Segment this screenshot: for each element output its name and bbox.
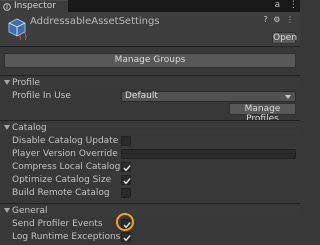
- chevron-down-icon: [285, 95, 291, 99]
- section-title: Profile: [12, 78, 40, 88]
- compress-local-catalog-checkbox[interactable]: [121, 162, 131, 172]
- send-profiler-events-label: Send Profiler Events: [12, 219, 103, 229]
- open-button[interactable]: Open: [272, 32, 297, 44]
- foldout-caret-icon: [4, 125, 10, 130]
- disable-catalog-update-label: Disable Catalog Update on St: [12, 136, 120, 146]
- tab-bar: Inspector a ⋮: [0, 0, 300, 12]
- checkmark-icon: [123, 178, 131, 185]
- tab-inspector[interactable]: Inspector: [0, 0, 68, 12]
- more-icon[interactable]: ⋮: [286, 15, 294, 24]
- checkmark-icon: [123, 165, 131, 172]
- profile-dropdown-value: Default: [125, 91, 158, 101]
- divider: [0, 120, 300, 121]
- section-title: General: [12, 206, 48, 216]
- section-title: Catalog: [12, 123, 47, 133]
- asset-title: AddressableAssetSettings: [30, 16, 160, 27]
- inspector-header: {} AddressableAssetSettings ? ⚙ ⋮ Open: [0, 12, 300, 47]
- addressable-settings-icon: {}: [7, 18, 28, 43]
- catalog-row: Optimize Catalog Size: [0, 175, 300, 186]
- log-runtime-exceptions-checkbox[interactable]: [121, 232, 131, 242]
- optimize-catalog-size-label: Optimize Catalog Size: [12, 175, 112, 185]
- catalog-row: Disable Catalog Update on St: [0, 136, 300, 147]
- more-menu-icon[interactable]: ⋮: [289, 0, 298, 11]
- checkmark-icon: [123, 235, 131, 242]
- general-row: Log Runtime Exceptions: [0, 232, 300, 243]
- inspector-window: Inspector a ⋮ {} AddressableAssetSetting…: [0, 0, 300, 245]
- tab-title: Inspector: [14, 1, 56, 11]
- section-catalog-header[interactable]: Catalog: [0, 123, 300, 134]
- catalog-row: Build Remote Catalog: [0, 188, 300, 199]
- lock-icon[interactable]: a: [275, 0, 281, 11]
- divider: [0, 203, 300, 204]
- divider: [0, 75, 300, 76]
- manage-groups-button[interactable]: Manage Groups: [4, 53, 296, 68]
- foldout-caret-icon: [4, 80, 10, 85]
- build-remote-catalog-checkbox[interactable]: [121, 188, 131, 198]
- section-general-header[interactable]: General: [0, 206, 300, 217]
- svg-text:{}: {}: [18, 32, 27, 40]
- player-version-override-field[interactable]: [121, 149, 296, 159]
- manage-profiles-button[interactable]: Manage Profiles: [229, 103, 296, 124]
- section-profile-header[interactable]: Profile: [0, 78, 300, 89]
- tab-bar-controls: a ⋮: [269, 0, 298, 12]
- header-icons: ? ⚙ ⋮: [260, 15, 294, 24]
- catalog-row: Compress Local Catalog: [0, 162, 300, 173]
- profile-in-use-label: Profile In Use: [12, 91, 71, 101]
- log-runtime-exceptions-label: Log Runtime Exceptions: [12, 232, 120, 242]
- foldout-caret-icon: [4, 208, 10, 213]
- build-remote-catalog-label: Build Remote Catalog: [12, 188, 110, 198]
- compress-local-catalog-label: Compress Local Catalog: [12, 162, 120, 172]
- profile-dropdown[interactable]: Default: [121, 91, 296, 102]
- settings-icon[interactable]: ⚙: [273, 15, 280, 24]
- player-version-override-label: Player Version Override: [12, 149, 118, 159]
- highlight-ring: [116, 213, 134, 231]
- general-row: Send Profiler Events: [0, 219, 300, 230]
- disable-catalog-update-checkbox[interactable]: [121, 136, 131, 146]
- help-icon[interactable]: ?: [263, 15, 267, 24]
- optimize-catalog-size-checkbox[interactable]: [121, 175, 131, 185]
